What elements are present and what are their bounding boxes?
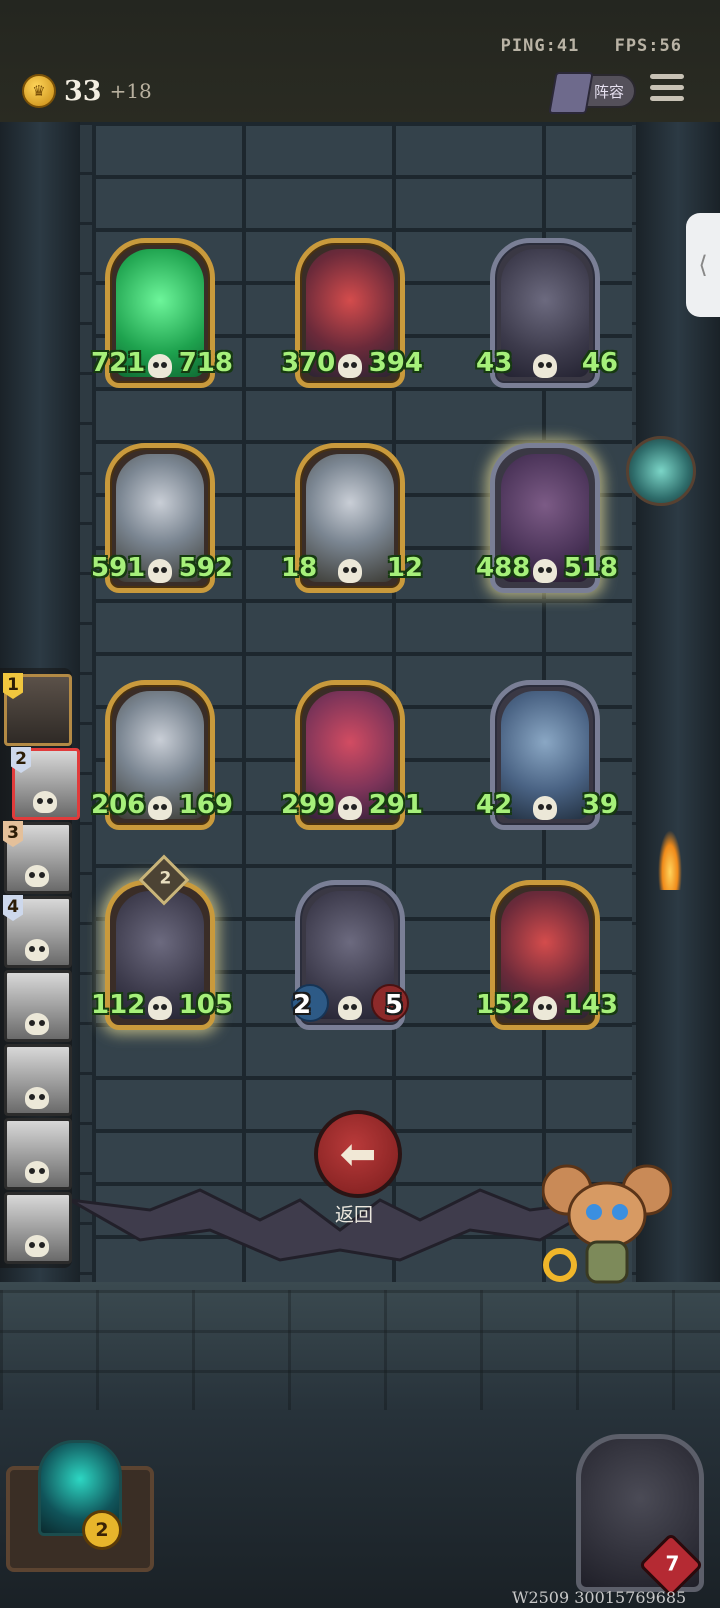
skull-icon xyxy=(148,996,172,1020)
hero-count-badge: 2 xyxy=(82,1510,122,1550)
card-attack: 43 xyxy=(476,348,513,378)
network-stats: PING:41 FPS:56 xyxy=(477,36,682,56)
coin-icon: ♛ xyxy=(22,74,56,108)
skull-icon xyxy=(25,1013,49,1035)
board-card[interactable]: 43 46 xyxy=(476,238,618,388)
lineup-button[interactable]: 阵容 xyxy=(548,72,636,114)
board-card[interactable]: 112 105 2 xyxy=(91,854,233,1030)
board-card[interactable]: 488 518 xyxy=(476,443,618,593)
card-attack: 299 xyxy=(281,790,336,820)
gold-counter: ♛ 33 +18 xyxy=(22,74,152,108)
side-drawer-tab[interactable]: ⟨ xyxy=(686,213,720,317)
skull-icon xyxy=(25,939,49,961)
card-attack: 721 xyxy=(91,348,146,378)
card-health: 518 xyxy=(563,553,618,583)
roster-player[interactable] xyxy=(4,1192,72,1264)
card-health: 12 xyxy=(386,553,423,583)
card-attack: 2 xyxy=(293,990,312,1020)
menu-icon[interactable] xyxy=(650,74,684,106)
card-health: 394 xyxy=(368,348,423,378)
gold-value: 33 xyxy=(64,75,102,107)
top-bar: PING:41 FPS:56 ♛ 33 +18 阵容 xyxy=(0,0,720,125)
card-attack: 370 xyxy=(281,348,336,378)
card-health: 592 xyxy=(178,553,233,583)
card-health: 169 xyxy=(178,790,233,820)
rank-badge: 3 xyxy=(3,821,23,847)
skull-icon xyxy=(25,1235,49,1257)
torch-icon xyxy=(658,830,682,890)
skull-icon xyxy=(338,996,362,1020)
skull-icon xyxy=(148,796,172,820)
board-card[interactable]: 206 169 xyxy=(91,680,233,830)
fps-readout: FPS:56 xyxy=(614,36,682,56)
skull-icon xyxy=(25,1161,49,1183)
skill-orb-icon[interactable] xyxy=(626,436,696,506)
skull-icon xyxy=(533,354,557,378)
floor-tiles xyxy=(0,1290,720,1410)
gold-bonus: +18 xyxy=(109,79,152,103)
card-attack: 591 xyxy=(91,553,146,583)
level-value: 2 xyxy=(159,868,172,889)
roster-player[interactable]: 1 xyxy=(3,673,72,746)
board-card[interactable]: 152 143 xyxy=(476,880,618,1030)
skull-icon xyxy=(338,354,362,378)
lineup-label: 阵容 xyxy=(593,82,624,101)
skull-icon xyxy=(338,796,362,820)
skull-icon xyxy=(533,996,557,1020)
skull-icon xyxy=(25,1087,49,1109)
back-button[interactable]: ⬅ xyxy=(314,1110,402,1198)
card-health: 105 xyxy=(178,990,233,1020)
board-card[interactable]: 18 12 xyxy=(281,443,423,593)
board-card[interactable]: 42 39 xyxy=(476,680,618,830)
arrow-left-icon: ⬅ xyxy=(339,1128,377,1180)
card-health: 46 xyxy=(581,348,618,378)
card-attack: 18 xyxy=(281,553,318,583)
board-card[interactable]: 25 xyxy=(291,880,409,1030)
card-attack: 112 xyxy=(91,990,146,1020)
roster-player[interactable] xyxy=(4,1044,72,1116)
skull-icon xyxy=(148,559,172,583)
rank-badge: 2 xyxy=(11,747,31,773)
roster-player[interactable] xyxy=(4,1118,72,1190)
build-id: W2509 30015769685 xyxy=(512,1588,687,1607)
card-health: 5 xyxy=(384,990,403,1020)
board-card[interactable]: 299 291 xyxy=(281,680,423,830)
card-health: 291 xyxy=(368,790,423,820)
skull-icon xyxy=(338,559,362,583)
roster-player[interactable]: 3 xyxy=(3,821,72,894)
skull-icon xyxy=(25,865,49,887)
player-hp: 7 xyxy=(665,1551,680,1576)
board-card[interactable]: 721 718 xyxy=(91,238,233,388)
skull-icon xyxy=(148,354,172,378)
skull-icon xyxy=(533,796,557,820)
roster-player[interactable]: 4 xyxy=(3,895,72,968)
board-card[interactable]: 591 592 xyxy=(91,443,233,593)
card-health: 143 xyxy=(563,990,618,1020)
mouse-mascot xyxy=(542,1164,672,1284)
card-attack: 152 xyxy=(476,990,531,1020)
board-card[interactable]: 370 394 xyxy=(281,238,423,388)
card-attack: 42 xyxy=(476,790,513,820)
rank-badge: 1 xyxy=(3,673,23,699)
card-health: 39 xyxy=(581,790,618,820)
player-roster: 1 2 3 4 xyxy=(0,668,80,1268)
book-icon xyxy=(548,72,594,114)
roster-player[interactable] xyxy=(4,970,72,1042)
skull-icon xyxy=(533,559,557,583)
rank-badge: 4 xyxy=(3,895,23,921)
skull-icon xyxy=(33,791,57,813)
back-label: 返回 xyxy=(334,1204,373,1226)
card-attack: 488 xyxy=(476,553,531,583)
card-health: 718 xyxy=(178,348,233,378)
ping-readout: PING:41 xyxy=(500,36,580,56)
roster-player[interactable]: 2 xyxy=(11,747,80,820)
card-attack: 206 xyxy=(91,790,146,820)
